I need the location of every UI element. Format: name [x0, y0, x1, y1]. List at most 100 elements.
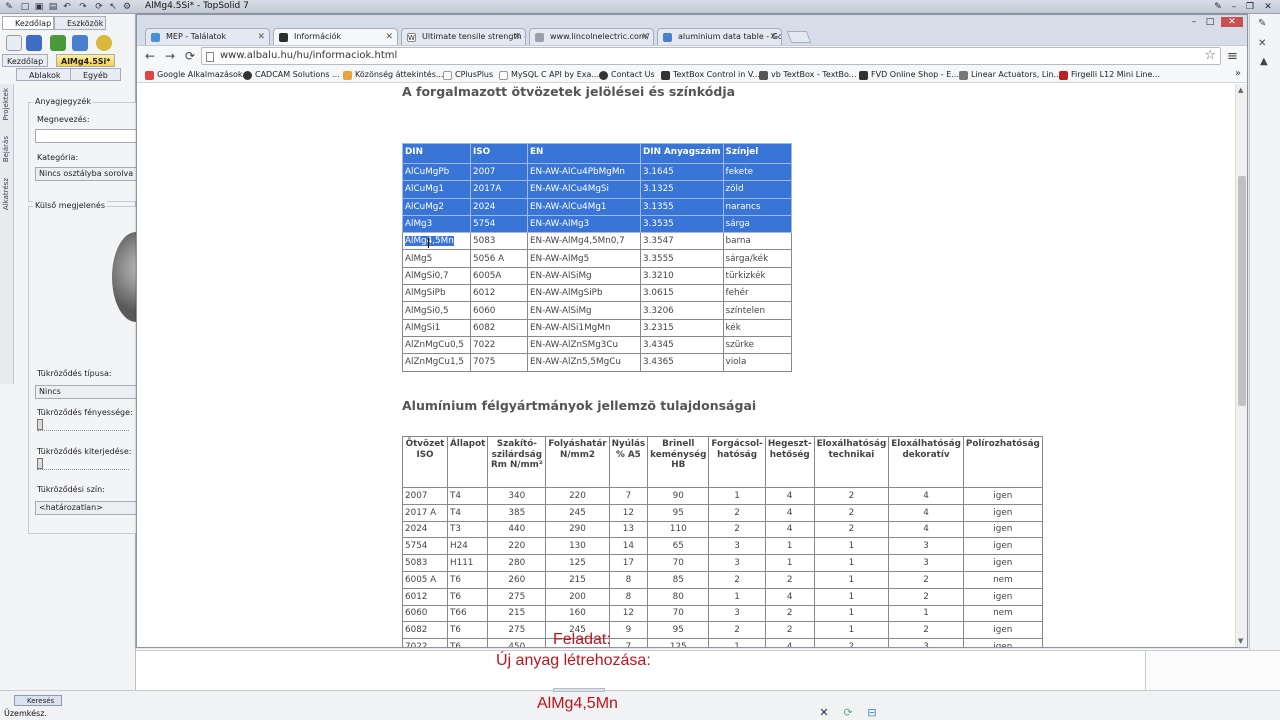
bookmarks-overflow-icon[interactable]: » — [1235, 68, 1241, 79]
bookmark-item[interactable]: Google Alkalmazások — [145, 69, 243, 81]
name-field[interactable] — [35, 129, 139, 143]
undo-icon[interactable]: ↶ — [62, 2, 72, 12]
app-help-icon[interactable]: ✎ — [1212, 1, 1224, 13]
folder-icon[interactable] — [26, 35, 42, 51]
bookmark-item[interactable]: vb TextBox - TextBo... — [759, 69, 856, 81]
app-title: AlMg4.5Si* - TopSolid 7 — [145, 1, 249, 11]
bookmark-item[interactable]: Linear Actuators, Lin... — [959, 69, 1061, 81]
properties-table: Ötvözet ISO Állapot Szakító-szilárdság Rm … — [402, 436, 1043, 647]
reflection-color-select[interactable]: <határozatlan> — [35, 501, 139, 515]
command-line[interactable] — [553, 688, 605, 692]
reflection-brightness-slider[interactable] — [37, 419, 129, 431]
table-cell: 95 — [647, 503, 710, 522]
bookmark-item[interactable]: MySQL C API by Exa... — [499, 69, 599, 81]
bookmark-item[interactable]: Contact Us — [599, 69, 655, 81]
table-cell: 80 — [647, 587, 710, 606]
table-cell: 1 — [708, 587, 766, 606]
bookmark-item[interactable]: Firgelli L12 Mini Line... — [1059, 69, 1160, 81]
app-restore-button[interactable]: ❐ — [1244, 1, 1256, 13]
tab-tools[interactable]: Eszközök — [54, 16, 107, 30]
bookmark-item[interactable]: FVD Online Shop - E... — [859, 69, 959, 81]
tab-other[interactable]: Egyéb — [70, 68, 121, 81]
app-minimize-button[interactable]: – — [1228, 1, 1240, 13]
doc-tab-almg[interactable]: AlMg4.5Si* — [56, 54, 116, 67]
slider-thumb[interactable] — [37, 419, 43, 430]
close-tab-icon[interactable]: ✕ — [385, 29, 393, 45]
browser-tab[interactable]: W Ultimate tensile strength - ✕ — [401, 28, 526, 45]
cancel-icon[interactable]: ✕ — [818, 707, 830, 719]
forward-icon[interactable]: → — [163, 49, 177, 63]
bookmark-item[interactable]: Közönség áttekintés... — [343, 69, 444, 81]
scrollbar-thumb[interactable] — [1238, 176, 1246, 406]
app-close-button[interactable]: ✕ — [1262, 1, 1274, 13]
table-cell: 220 — [487, 537, 547, 556]
refresh-icon[interactable]: ⟳ — [842, 707, 854, 719]
table-cell: T4 — [446, 503, 489, 522]
scroll-up-icon[interactable]: ▲ — [1260, 56, 1268, 67]
browser-tab-active[interactable]: Információk ✕ — [273, 28, 398, 46]
scroll-up-icon[interactable]: ▲ — [1238, 86, 1243, 94]
bookmark-item[interactable]: CADCAM Solutions ... — [243, 69, 340, 81]
page-scrollbar[interactable]: ▲ ▼ — [1235, 84, 1247, 647]
bookmark-label: MySQL C API by Exa... — [511, 70, 600, 79]
pointer-icon[interactable]: ↖ — [108, 2, 118, 12]
table-cell: AlCuMg2 — [402, 197, 471, 216]
browser-tab[interactable]: MEP - Találatok ✕ — [145, 28, 270, 45]
reflection-type-select[interactable]: Nincs — [35, 385, 139, 399]
doc-tab-home[interactable]: Kezdőlap — [2, 54, 49, 67]
browser-tab[interactable]: www.lincolnelectric.com/ ✕ — [529, 28, 654, 45]
reflection-extent-slider[interactable] — [37, 458, 129, 470]
vertical-tab-browse[interactable]: Bejárás — [2, 136, 10, 162]
address-bar[interactable]: www.albalu.hu/hu/informaciok.html ☆ — [201, 47, 1221, 65]
new-file-icon[interactable]: □ — [20, 2, 30, 12]
close-tab-icon[interactable]: ✕ — [257, 29, 265, 45]
refresh-icon[interactable]: ⟳ — [94, 2, 104, 12]
table-cell: 3 — [708, 604, 766, 623]
close-tab-icon[interactable]: ✕ — [769, 29, 777, 45]
close-panel-icon[interactable]: ✕ — [1258, 38, 1266, 49]
settings-icon[interactable]: ⚙ — [122, 2, 132, 12]
parts-icon[interactable] — [72, 35, 88, 51]
tab-windows[interactable]: Ablakok — [16, 68, 74, 81]
scroll-down-icon[interactable]: ▼ — [1238, 637, 1243, 645]
tab-home[interactable]: Kezdőlap — [2, 16, 55, 30]
search-button[interactable]: Keresés — [14, 695, 62, 706]
menu-icon[interactable]: ≡ — [1227, 49, 1238, 64]
print-icon[interactable]: ▤ — [48, 2, 58, 12]
table-row: 6082 T6 275 245 9 95 2 2 1 2 igen — [402, 621, 1043, 640]
close-tab-icon[interactable]: ✕ — [513, 29, 521, 45]
new-tab-button[interactable] — [786, 31, 812, 43]
table-cell: T66 — [446, 604, 489, 623]
save-icon[interactable]: ▣ — [34, 2, 44, 12]
recycle-icon[interactable] — [96, 35, 112, 51]
close-tab-icon[interactable]: ✕ — [641, 29, 649, 45]
page-icon — [443, 71, 452, 80]
table-cell: 2007 — [402, 487, 448, 505]
table-cell: 6082 — [402, 621, 448, 640]
back-icon[interactable]: ← — [143, 49, 157, 63]
vertical-tab-projects[interactable]: Projektek — [2, 88, 10, 121]
table-cell: T6 — [446, 587, 489, 606]
browser-tab[interactable]: aluminium data table - Go ✕ — [657, 28, 782, 45]
bookmark-item[interactable]: TextBox Control in V... — [661, 69, 760, 81]
vertical-tab-part[interactable]: Alkatrész — [2, 178, 10, 210]
table-cell: 8 — [608, 587, 649, 606]
table-row: AlCuMg2 2024 EN-AW-AlCu4Mg1 3.1355 narancs — [402, 197, 792, 216]
category-select[interactable]: Nincs osztályba sorolva — [35, 167, 139, 181]
table-cell: EN-AW-AlCu4MgSi — [527, 180, 641, 199]
reload-icon[interactable]: ⟳ — [183, 49, 197, 63]
browser-close-button[interactable]: ✕ — [1221, 17, 1243, 27]
quick-access-icon[interactable]: ✎ — [4, 2, 14, 12]
url-text[interactable]: www.albalu.hu/hu/informaciok.html — [220, 50, 397, 61]
bookmark-star-icon[interactable]: ☆ — [1204, 48, 1216, 63]
document-icon[interactable] — [6, 35, 22, 51]
browser-minimize-button[interactable]: – — [1187, 17, 1201, 27]
slider-thumb[interactable] — [37, 458, 43, 469]
table-cell: igen — [962, 554, 1043, 572]
browser-maximize-button[interactable]: □ — [1203, 17, 1217, 27]
ruler-icon[interactable]: ⊟ — [866, 707, 878, 719]
bookmark-item[interactable]: CPlusPlus — [443, 69, 493, 81]
redo-icon[interactable]: ↷ — [78, 2, 88, 12]
pin-icon[interactable]: ✎ — [1258, 18, 1266, 29]
tree-icon[interactable] — [50, 35, 66, 51]
